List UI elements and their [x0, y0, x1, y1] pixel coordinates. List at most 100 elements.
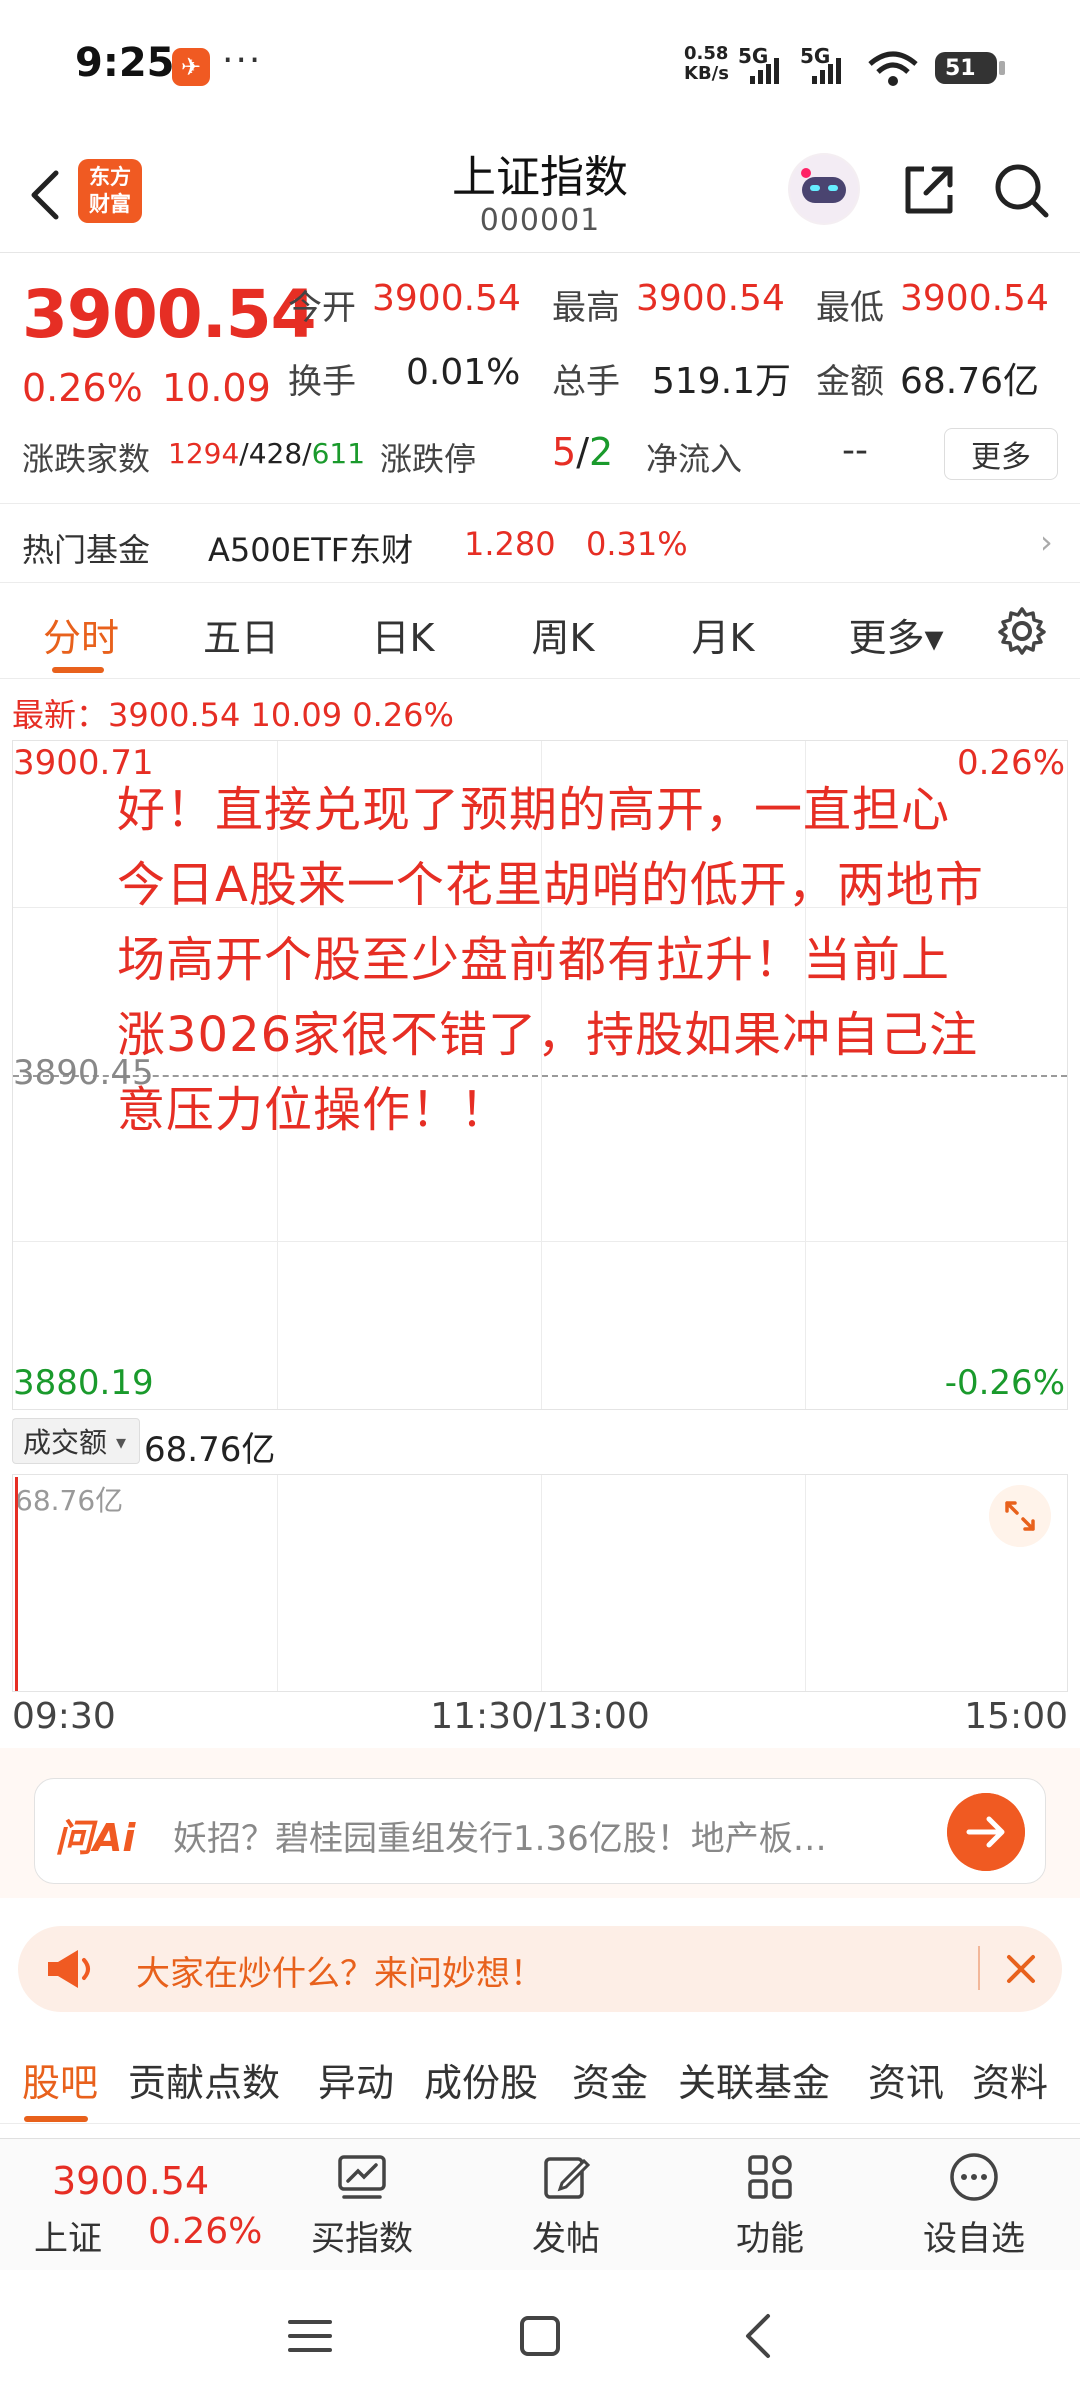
megaphone-icon [48, 1950, 90, 1988]
mini-quote-name: 上证 [34, 2219, 102, 2259]
high-label: 最高 [552, 288, 620, 328]
tab-funds-flow[interactable]: 资金 [572, 2052, 648, 2107]
more-circle-icon [950, 2153, 998, 2201]
add-watchlist-label: 设自选 [923, 2219, 1025, 2259]
assistant-robot-icon[interactable] [788, 153, 860, 225]
net-speed: 0.58 KB/s [684, 44, 729, 84]
tab-news[interactable]: 资讯 [868, 2052, 944, 2107]
buy-index-button[interactable]: 买指数 [292, 2149, 432, 2260]
wifi-icon [868, 51, 918, 86]
limit-up: 5 [552, 430, 577, 474]
low-value: 3900.54 [900, 278, 1049, 319]
tab-related-funds[interactable]: 关联基金 [678, 2052, 830, 2107]
arrow-right-icon[interactable] [947, 1793, 1025, 1871]
quote-panel: 3900.54 0.26% 10.09 今开 3900.54 最高 3900.5… [0, 254, 1080, 504]
vol-grid-v1 [277, 1475, 278, 1691]
gear-icon[interactable] [996, 605, 1048, 657]
chart-tabs: 分时 五日 日K 周K 月K 更多▾ [0, 583, 1080, 679]
vol-grid-v3 [805, 1475, 806, 1691]
edit-icon [544, 2157, 591, 2199]
breadth-up: 1294 [168, 437, 240, 470]
buy-index-label: 买指数 [311, 2219, 413, 2259]
signal-1-icon [750, 58, 779, 84]
high-value: 3900.54 [636, 278, 785, 319]
nav-back-icon[interactable] [730, 2306, 790, 2366]
limit-down: 2 [589, 430, 614, 474]
grid-apps-icon [748, 2155, 792, 2199]
signal-2-icon [812, 58, 841, 84]
time-axis-end: 15:00 [964, 1696, 1068, 1737]
volume-header: 成交额 ▾ 68.76亿 [12, 1418, 412, 1470]
battery-icon: 51 [935, 52, 1005, 84]
netflow-value: -- [842, 430, 868, 471]
tab-intraday[interactable]: 分时 [36, 607, 126, 662]
more-button[interactable]: 更多 [944, 428, 1058, 480]
breadth-flat: 428 [248, 437, 303, 470]
chevron-right-icon: › [1040, 523, 1053, 561]
hot-fund-price: 1.280 [464, 525, 556, 563]
breadth-sep-2: / [302, 437, 312, 470]
pct-axis-low: -0.26% [944, 1363, 1065, 1403]
vol-grid-v2 [541, 1475, 542, 1691]
tab-movements[interactable]: 异动 [318, 2052, 394, 2107]
hot-fund-name: A500ETF东财 [208, 531, 414, 569]
post-label: 发帖 [532, 2219, 600, 2259]
grid-h2 [13, 1241, 1067, 1242]
more-notifications-icon: ··· [222, 40, 263, 81]
tab-monthly-k[interactable]: 月K [678, 607, 768, 662]
open-value: 3900.54 [372, 278, 521, 319]
search-icon[interactable] [988, 157, 1054, 223]
tab-weekly-k[interactable]: 周K [518, 607, 608, 662]
low-label: 最低 [816, 288, 884, 328]
status-bar: 9:25 ✈ ··· 0.58 KB/s 5G 5G 51 [0, 0, 1080, 135]
hot-fund-row[interactable]: 热门基金 A500ETF东财 1.280 0.31% › [0, 505, 1080, 583]
home-square-icon[interactable] [510, 2306, 570, 2366]
breadth-sep-1: / [239, 437, 249, 470]
tab-daily-k[interactable]: 日K [358, 607, 448, 662]
telegram-icon: ✈ [172, 48, 210, 86]
volume-max-label: 68.76亿 [15, 1484, 124, 1517]
tab-guba[interactable]: 股吧 [22, 2052, 98, 2107]
chart-overlay-comment: 好！直接兑现了预期的高开，一直担心今日A股来一个花里胡哨的低开，两地市场高开个股… [117, 782, 984, 1138]
amount-label: 金额 [816, 362, 884, 402]
volume-chart[interactable]: 68.76亿 [12, 1474, 1068, 1692]
close-icon[interactable] [994, 1942, 1048, 1996]
banner-text: 大家在炒什么？来问妙想！ [136, 1954, 544, 1994]
breadth-down: 611 [311, 437, 366, 470]
tab-five-day[interactable]: 五日 [196, 607, 286, 662]
tab-indicator [52, 667, 104, 673]
add-watchlist-button[interactable]: 设自选 [904, 2149, 1044, 2260]
open-label: 今开 [288, 288, 356, 328]
ask-miaoxiang-banner[interactable]: 大家在炒什么？来问妙想！ [18, 1926, 1062, 2012]
limit-label: 涨跌停 [380, 440, 477, 478]
tab-contribution[interactable]: 贡献点数 [128, 2052, 280, 2107]
ask-ai-input[interactable]: 问Ai 妖招？碧桂园重组发行1.36亿股！地产板… [34, 1778, 1046, 1884]
share-icon[interactable] [896, 157, 962, 223]
header: 东方 财富 上证指数 000001 [0, 135, 1080, 253]
volume-selector-label: 成交额 [23, 1426, 108, 1459]
ask-ai-section: 问Ai 妖招？碧桂园重组发行1.36亿股！地产板… [0, 1748, 1080, 1898]
tab-constituents[interactable]: 成份股 [424, 2052, 538, 2107]
breadth-values: 1294/428/611 [168, 437, 365, 470]
turnover-label: 换手 [288, 362, 356, 402]
latest-quote-line: 最新：3900.54 10.09 0.26% [12, 696, 454, 734]
post-button[interactable]: 发帖 [496, 2149, 636, 2260]
status-time: 9:25 [75, 40, 175, 86]
volume-bar [15, 1477, 18, 1691]
volume-amount: 68.76亿 [144, 1430, 276, 1470]
banner-divider [978, 1946, 980, 1990]
intraday-chart[interactable]: 3900.71 3890.45 3880.19 0.26% -0.26% 好！直… [12, 740, 1068, 1410]
menu-icon[interactable] [280, 2306, 340, 2366]
time-axis-mid: 11:30/13:00 [430, 1696, 650, 1737]
change-value: 10.09 [162, 366, 271, 410]
system-nav-bar [0, 2270, 1080, 2400]
expand-icon[interactable] [989, 1485, 1051, 1547]
mini-quote-pct: 0.26% [148, 2211, 263, 2252]
functions-button[interactable]: 功能 [700, 2149, 840, 2260]
net-speed-unit: KB/s [684, 63, 729, 84]
limit-values: 5/2 [552, 430, 613, 474]
tab-profile[interactable]: 资料 [972, 2052, 1048, 2107]
hot-fund-change: 0.31% [586, 525, 688, 563]
mini-quote-price: 3900.54 [52, 2159, 210, 2203]
tab-more[interactable]: 更多▾ [836, 607, 956, 662]
